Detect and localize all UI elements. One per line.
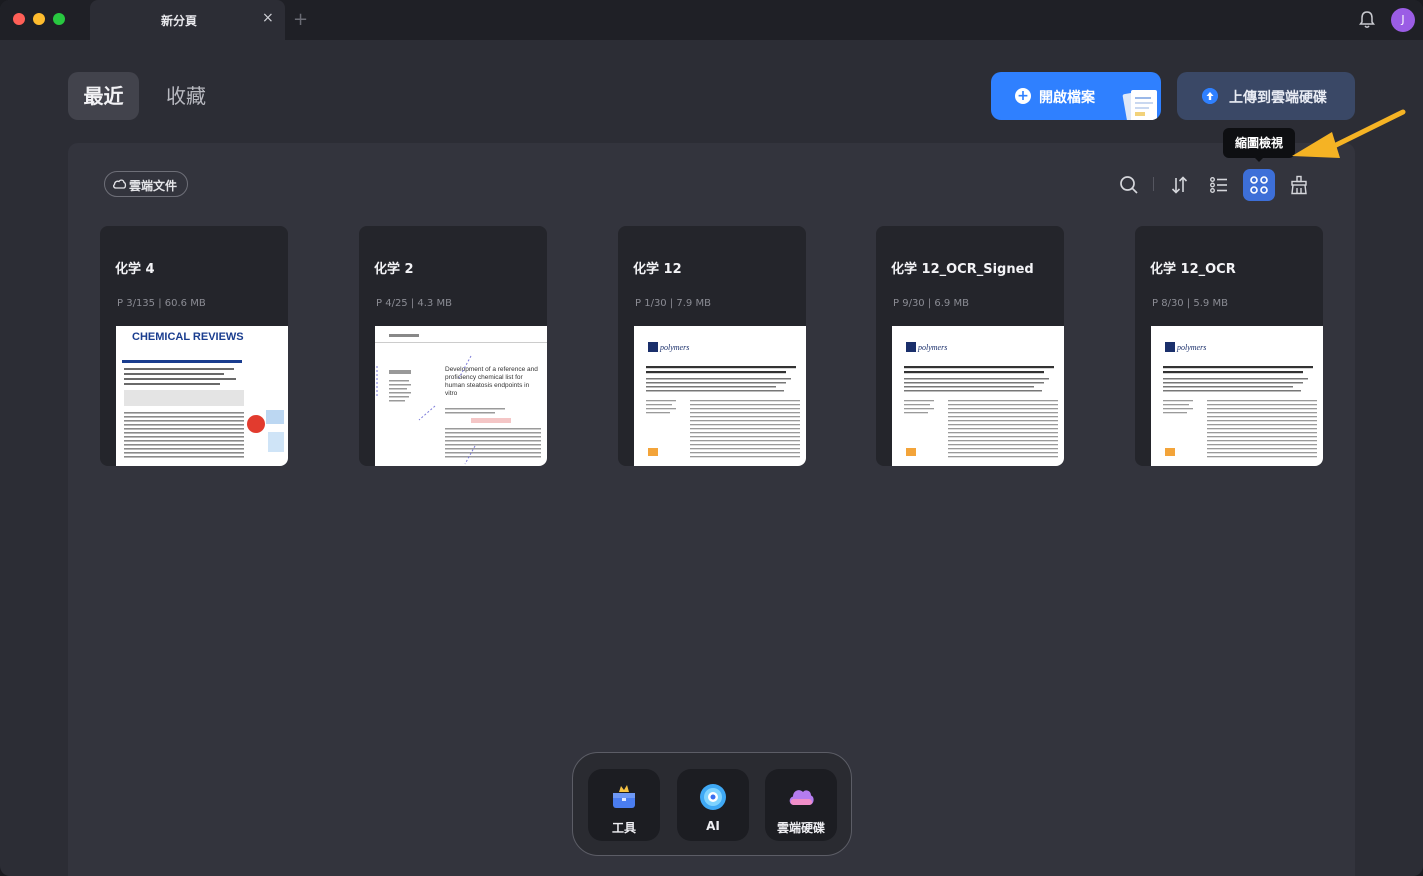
file-thumbnail: Development of a reference and proficien…	[375, 326, 547, 466]
file-name: 化学 4	[115, 262, 155, 277]
tab-title: 新分頁	[161, 14, 198, 28]
zoom-window-button[interactable]	[53, 13, 65, 25]
ai-assistant-icon	[700, 784, 726, 810]
sort-button[interactable]	[1163, 169, 1195, 201]
close-window-button[interactable]	[13, 13, 25, 25]
file-thumbnail: polymers	[892, 326, 1064, 466]
grid-view-button[interactable]	[1243, 169, 1275, 201]
open-file-label: 開啟檔案	[1039, 90, 1095, 106]
file-name: 化学 12_OCR_Signed	[891, 262, 1034, 277]
cloud-documents-filter[interactable]: 雲端文件	[104, 171, 188, 197]
grid-view-tooltip: 縮圖檢視	[1223, 128, 1295, 158]
user-avatar[interactable]: J	[1391, 8, 1415, 32]
app-window: 新分頁 × + J 最近 收藏 + 開啟檔案 上傳到雲端硬碟 雲端文件 縮圖檢視…	[0, 0, 1423, 876]
dock-tools-button[interactable]: 工具	[588, 769, 660, 841]
file-meta: P 1/30 | 7.9 MB	[635, 298, 711, 309]
file-thumbnail: polymers	[634, 326, 806, 466]
thumb-title: polymers	[659, 343, 689, 352]
thumb-title: polymers	[1176, 343, 1206, 352]
search-button[interactable]	[1113, 169, 1145, 201]
upload-arrow-icon	[1202, 88, 1218, 104]
file-meta: P 9/30 | 6.9 MB	[893, 298, 969, 309]
tab-favorites[interactable]: 收藏	[152, 72, 220, 120]
toolbar-divider	[1153, 177, 1154, 191]
grid-view-icon	[1250, 176, 1268, 194]
file-card[interactable]: 化学 4 P 3/135 | 60.6 MB CHEMICAL REVIEWS	[100, 226, 288, 466]
file-meta: P 8/30 | 5.9 MB	[1152, 298, 1228, 309]
list-view-icon	[1210, 177, 1227, 193]
plus-circle-icon: +	[1015, 88, 1031, 104]
title-bar: 新分頁 × + J	[0, 0, 1423, 40]
file-card[interactable]: 化学 12_OCR_Signed P 9/30 | 6.9 MB polymer…	[876, 226, 1064, 466]
notification-bell-icon[interactable]	[1357, 10, 1377, 30]
dock-ai-button[interactable]: AI	[677, 769, 749, 841]
file-thumbnail: polymers	[1151, 326, 1323, 466]
open-file-button[interactable]: + 開啟檔案	[991, 72, 1161, 120]
file-thumbnail: CHEMICAL REVIEWS	[116, 326, 288, 466]
dock-ai-label: AI	[706, 819, 720, 833]
thumb-title: polymers	[917, 343, 947, 352]
minimize-window-button[interactable]	[33, 13, 45, 25]
cloud-documents-label: 雲端文件	[129, 179, 178, 193]
file-meta: P 3/135 | 60.6 MB	[117, 298, 206, 309]
dock-tools-label: 工具	[611, 821, 636, 835]
file-name: 化学 12	[633, 262, 682, 277]
file-card[interactable]: 化学 12 P 1/30 | 7.9 MB polymers	[618, 226, 806, 466]
list-view-button[interactable]	[1203, 169, 1235, 201]
tab-close-icon[interactable]: ×	[262, 10, 274, 26]
toolbox-icon	[613, 785, 635, 808]
cloud-drive-icon	[789, 790, 814, 805]
search-icon	[1120, 176, 1138, 194]
thumb-title: Development of a reference and proficien…	[445, 366, 538, 397]
file-card[interactable]: 化学 2 P 4/25 | 4.3 MB Development of a re…	[359, 226, 547, 466]
tooltip-tail	[1253, 156, 1265, 162]
sort-icon	[1171, 176, 1188, 194]
thumb-title: CHEMICAL REVIEWS	[132, 331, 244, 343]
bottom-dock: 工具 AI 雲端硬碟	[572, 752, 852, 856]
file-name: 化学 12_OCR	[1150, 262, 1236, 277]
file-card[interactable]: 化学 12_OCR P 8/30 | 5.9 MB polymers	[1135, 226, 1323, 466]
dock-cloud-drive-button[interactable]: 雲端硬碟	[765, 769, 837, 841]
callout-arrow-icon	[1292, 109, 1406, 158]
new-tab-button[interactable]: +	[293, 9, 308, 30]
file-name: 化学 2	[374, 262, 414, 277]
tab-new-page[interactable]: 新分頁 ×	[90, 0, 285, 40]
cloud-icon	[113, 179, 127, 189]
documents-illustration-icon	[1122, 90, 1157, 120]
tab-recent[interactable]: 最近	[68, 72, 139, 120]
dock-cloud-drive-label: 雲端硬碟	[776, 821, 825, 835]
upload-label: 上傳到雲端硬碟	[1229, 90, 1327, 106]
clear-recent-button[interactable]	[1283, 169, 1315, 201]
clear-recent-icon	[1291, 175, 1307, 195]
file-meta: P 4/25 | 4.3 MB	[376, 298, 452, 309]
